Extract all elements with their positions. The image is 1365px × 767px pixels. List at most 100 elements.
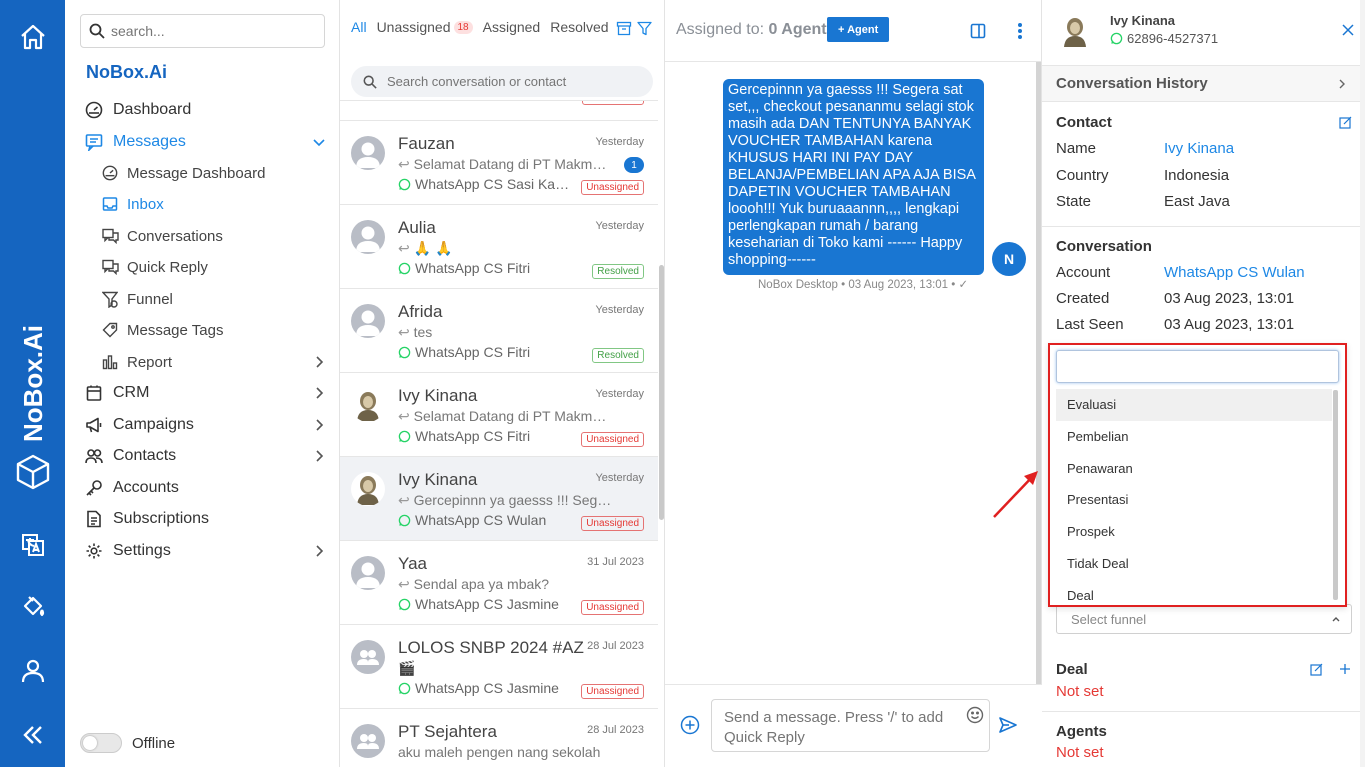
contact-name-value[interactable]: Ivy Kinana: [1164, 140, 1234, 157]
status-badge: Unassigned: [581, 516, 644, 531]
gear-icon: [84, 541, 104, 561]
add-icon[interactable]: [1339, 663, 1351, 675]
channel: WhatsApp CS Fitri: [398, 344, 530, 360]
avatar: [351, 388, 385, 422]
nav-inbox[interactable]: Inbox: [65, 190, 340, 218]
list-item-partial[interactable]: [340, 101, 658, 121]
funnel-dropdown-scrollbar[interactable]: [1333, 390, 1338, 600]
channel-name: WhatsApp CS Jasmine: [415, 596, 559, 612]
more-options-icon[interactable]: [1009, 20, 1031, 42]
list-item[interactable]: PT Sejahtera 28 Jul 2023 aku maleh penge…: [340, 709, 658, 767]
page-scrollbar-track: [1360, 0, 1365, 767]
list-item[interactable]: Ivy Kinana Yesterday ↩ Selamat Datang di…: [340, 373, 658, 457]
attach-plus-icon[interactable]: [680, 715, 700, 735]
list-item[interactable]: Fauzan Yesterday ↩ Selamat Datang di PT …: [340, 121, 658, 205]
online-toggle[interactable]: [80, 733, 122, 753]
chat-panel: Assigned to: 0 Agent + Agent Gercepinnn …: [665, 0, 1042, 767]
user-icon[interactable]: [18, 656, 48, 686]
list-item[interactable]: Yaa 31 Jul 2023 ↩ Sendal apa ya mbak? Wh…: [340, 541, 658, 625]
side-panel-toggle-icon[interactable]: [967, 20, 989, 42]
conversation-search[interactable]: [351, 66, 653, 97]
nav-message-tags-label: Message Tags: [127, 321, 224, 339]
nav-contacts[interactable]: Contacts: [65, 442, 340, 470]
deal-section: Deal Not set: [1042, 650, 1360, 712]
composer: [665, 684, 1042, 767]
home-icon[interactable]: [18, 22, 48, 52]
funnel-option[interactable]: Tidak Deal: [1056, 548, 1332, 580]
list-item-selected[interactable]: Ivy Kinana Yesterday ↩ Gercepinnn ya gae…: [340, 457, 658, 541]
conversation-list-scrollbar[interactable]: [659, 265, 664, 520]
nav-campaigns[interactable]: Campaigns: [65, 411, 340, 439]
channel: WhatsApp CS Fitri: [398, 260, 530, 276]
list-item[interactable]: Afrida Yesterday ↩ tes WhatsApp CS Fitri…: [340, 289, 658, 373]
conversation-account-value[interactable]: WhatsApp CS Wulan: [1164, 264, 1305, 281]
tab-all[interactable]: All: [351, 19, 367, 35]
nav-accounts[interactable]: Accounts: [65, 474, 340, 502]
funnel-option[interactable]: Prospek: [1056, 516, 1332, 548]
app-rail: NoBox.Ai: [0, 0, 65, 767]
contact-name: PT Sejahtera: [398, 722, 497, 741]
contact-name: Ivy Kinana: [398, 386, 478, 405]
close-icon[interactable]: [1342, 24, 1354, 36]
nav-settings[interactable]: Settings: [65, 537, 340, 565]
nav-conversations[interactable]: Conversations: [65, 222, 340, 250]
paint-bucket-icon[interactable]: [18, 592, 48, 622]
nav-quick-reply[interactable]: Quick Reply: [65, 253, 340, 281]
translate-icon[interactable]: [18, 530, 48, 560]
conversation-history-row[interactable]: Conversation History: [1042, 66, 1360, 102]
nav-messages[interactable]: Messages: [65, 128, 340, 156]
funnel-option[interactable]: Evaluasi: [1056, 389, 1332, 421]
avatar: [351, 304, 385, 338]
nav-funnel[interactable]: Funnel: [65, 285, 340, 313]
message-input[interactable]: [724, 708, 949, 748]
message-preview: ↩ 🙏 🙏: [398, 240, 613, 257]
conversation-search-input[interactable]: [387, 74, 627, 89]
message-preview: ↩ Gercepinnn ya gaesss !!! Segera sat se…: [398, 492, 613, 509]
nav-message-dashboard[interactable]: Message Dashboard: [65, 159, 340, 187]
edit-icon[interactable]: [1310, 663, 1323, 676]
timestamp: Yesterday: [595, 304, 644, 316]
message-preview-text: Selamat Datang di PT Makmur Sejahtera: [413, 408, 613, 424]
nav-report[interactable]: Report: [65, 348, 340, 376]
nav-crm[interactable]: CRM: [65, 379, 340, 407]
message-preview-text: tes: [413, 324, 433, 340]
nav-subscriptions[interactable]: Subscriptions: [65, 505, 340, 533]
tag-icon: [100, 320, 120, 340]
add-agent-button[interactable]: + Agent: [827, 17, 890, 42]
contact-section-title: Contact: [1056, 114, 1112, 131]
nav-crm-label: CRM: [113, 384, 150, 401]
whatsapp-icon: [398, 178, 411, 190]
nav-dashboard[interactable]: Dashboard: [65, 96, 340, 124]
message-icon: [84, 132, 104, 152]
funnel-option[interactable]: Penawaran: [1056, 453, 1332, 485]
tab-assigned[interactable]: Assigned: [483, 19, 541, 35]
search-icon: [363, 75, 377, 89]
group-avatar: [351, 724, 385, 758]
emoji-icon[interactable]: [966, 706, 984, 724]
chat-scrollbar[interactable]: [1036, 62, 1041, 684]
channel-name: WhatsApp CS Sasi Kanti...: [415, 176, 575, 192]
funnel-search-input[interactable]: [1056, 350, 1339, 383]
funnel-option[interactable]: Pembelian: [1056, 421, 1332, 453]
sidebar-search-input[interactable]: [111, 23, 311, 39]
funnel-option[interactable]: Presentasi: [1056, 484, 1332, 516]
list-item[interactable]: Aulia Yesterday ↩ 🙏 🙏 WhatsApp CS Fitri …: [340, 205, 658, 289]
funnel-option[interactable]: Deal: [1056, 580, 1332, 612]
filter-icon[interactable]: [637, 21, 652, 36]
edit-icon[interactable]: [1339, 116, 1352, 129]
whatsapp-icon: [1110, 32, 1123, 45]
contact-key: State: [1056, 193, 1092, 210]
timestamp: 28 Jul 2023: [587, 640, 644, 652]
tab-unassigned[interactable]: Unassigned 18: [377, 19, 473, 35]
channel-name: WhatsApp CS Wulan: [415, 512, 547, 528]
archive-icon[interactable]: [616, 21, 632, 36]
send-icon[interactable]: [998, 715, 1018, 735]
sidebar: NoBox.Ai Dashboard Messages Message Dash…: [65, 0, 340, 767]
chat-bubbles-icon: [100, 226, 120, 246]
message-preview-text: Gercepinnn ya gaesss !!! Segera sat set: [413, 492, 613, 508]
tab-resolved[interactable]: Resolved: [550, 19, 608, 35]
collapse-icon[interactable]: [18, 720, 48, 750]
list-item[interactable]: LOLOS SNBP 2024 #AZ 28 Jul 2023 🎬 WhatsA…: [340, 625, 658, 709]
sidebar-search[interactable]: [80, 14, 325, 48]
nav-message-tags[interactable]: Message Tags: [65, 316, 340, 344]
